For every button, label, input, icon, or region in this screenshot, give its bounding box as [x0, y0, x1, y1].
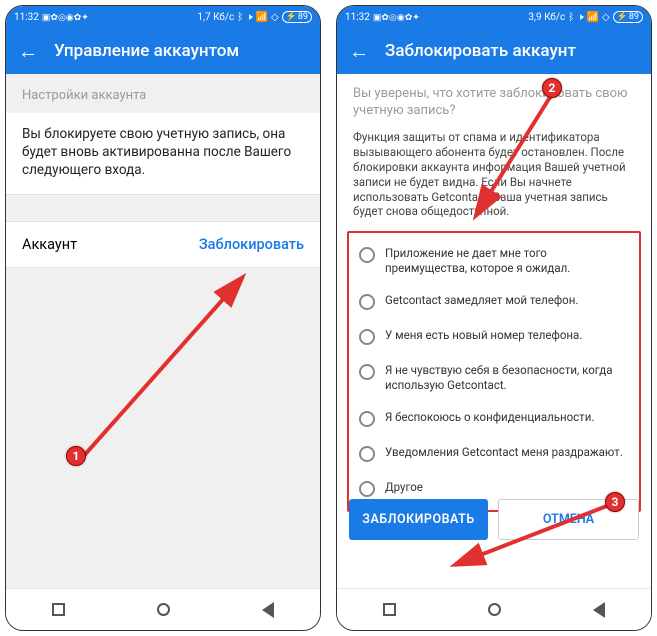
status-icons-left: ▣✿◎◉✿✦ [42, 12, 89, 23]
status-bar: 11:32 ▣✿◎◉✿✦ 1,7 Кб/с ᛒ 🕨 📶 ◇ ⚡89 [6, 6, 320, 28]
battery-indicator: ⚡89 [613, 11, 643, 23]
status-icons-left: ▣✿◎◉✿✦ [373, 12, 420, 23]
account-row: Аккаунт Заблокировать [6, 222, 320, 267]
reason-option[interactable]: Я беспокоюсь о конфиденциальности. [349, 401, 639, 436]
radio-icon[interactable] [359, 247, 375, 263]
description-text: Вы блокируете свою учетную запись, она б… [6, 113, 320, 194]
android-navbar [337, 588, 651, 630]
annotation-badge-3: 3 [605, 492, 625, 512]
volume-icon: 🕨 [577, 12, 583, 23]
annotation-arrow-1 [66, 254, 286, 474]
reason-option[interactable]: Уведомления Getcontact меня раздражают. [349, 436, 639, 471]
signal-icon: 📶 [587, 12, 599, 23]
radio-icon[interactable] [359, 481, 375, 497]
confirmation-question: Вы уверены, что хотите заблокировать сво… [337, 74, 651, 124]
account-label: Аккаунт [22, 236, 77, 253]
block-link[interactable]: Заблокировать [199, 236, 304, 253]
reason-option[interactable]: Я не чувствую себя в безопасности, когда… [349, 354, 639, 401]
nav-back-icon[interactable] [262, 602, 274, 618]
app-bar: ← Управление аккаунтом [6, 28, 320, 74]
button-row: ЗАБЛОКИРОВАТЬ ОТМЕНА [349, 499, 639, 540]
reason-label: Я беспокоюсь о конфиденциальности. [385, 410, 594, 424]
bluetooth-icon: ᛒ [568, 12, 574, 23]
reason-label: Уведомления Getcontact меня раздражают. [385, 445, 623, 459]
volume-icon: 🕨 [246, 12, 252, 23]
status-time: 11:32 [14, 12, 39, 23]
status-time: 11:32 [345, 12, 370, 23]
radio-icon[interactable] [359, 446, 375, 462]
status-bar: 11:32 ▣✿◎◉✿✦ 3,9 Кб/с ᛒ 🕨 📶 ◇ ⚡89 [337, 6, 651, 28]
content-area: Настройки аккаунта Вы блокируете свою уч… [6, 74, 320, 588]
back-icon[interactable]: ← [18, 39, 38, 64]
signal-icon: 📶 [256, 12, 268, 23]
wifi-icon: ◇ [602, 12, 610, 23]
block-button[interactable]: ЗАБЛОКИРОВАТЬ [349, 499, 488, 540]
radio-icon[interactable] [359, 411, 375, 427]
app-bar: ← Заблокировать аккаунт [337, 28, 651, 74]
annotation-badge-2: 2 [542, 78, 562, 98]
nav-back-icon[interactable] [593, 602, 605, 618]
reason-label: Я не чувствую себя в безопасности, когда… [385, 363, 629, 392]
page-title: Управление аккаунтом [54, 41, 239, 61]
radio-icon[interactable] [359, 294, 375, 310]
divider [6, 267, 320, 268]
radio-icon[interactable] [359, 329, 375, 345]
reason-option[interactable]: У меня есть новый номер телефона. [349, 319, 639, 354]
bluetooth-icon: ᛒ [237, 12, 243, 23]
back-icon[interactable]: ← [349, 39, 369, 64]
status-speed: 3,9 Кб/с [528, 12, 565, 23]
reason-option[interactable]: Приложение не дает мне того преимущества… [349, 237, 639, 284]
nav-home-icon[interactable] [157, 603, 170, 616]
reason-label: Getcontact замедляет мой телефон. [385, 293, 578, 307]
section-header: Настройки аккаунта [6, 74, 320, 113]
phone-right: 11:32 ▣✿◎◉✿✦ 3,9 Кб/с ᛒ 🕨 📶 ◇ ⚡89 ← Забл… [336, 5, 652, 631]
wifi-icon: ◇ [271, 12, 279, 23]
radio-icon[interactable] [359, 364, 375, 380]
nav-recent-icon[interactable] [383, 603, 396, 616]
reason-label: Приложение не дает мне того преимущества… [385, 246, 629, 275]
reason-option[interactable]: Getcontact замедляет мой телефон. [349, 284, 639, 319]
info-text: Функция защиты от спама и идентификатора… [337, 124, 651, 230]
phone-left: 11:32 ▣✿◎◉✿✦ 1,7 Кб/с ᛒ 🕨 📶 ◇ ⚡89 ← Упра… [5, 5, 321, 631]
android-navbar [6, 588, 320, 630]
annotation-badge-1: 1 [66, 446, 86, 466]
page-title: Заблокировать аккаунт [385, 41, 576, 61]
reason-label: Другое [385, 480, 423, 494]
nav-recent-icon[interactable] [52, 603, 65, 616]
content-area: Вы уверены, что хотите заблокировать сво… [337, 74, 651, 588]
nav-home-icon[interactable] [488, 603, 501, 616]
reason-label: У меня есть новый номер телефона. [385, 328, 582, 342]
battery-indicator: ⚡89 [282, 11, 312, 23]
reasons-list: Приложение не дает мне того преимущества… [347, 231, 641, 512]
status-speed: 1,7 Кб/с [197, 12, 234, 23]
